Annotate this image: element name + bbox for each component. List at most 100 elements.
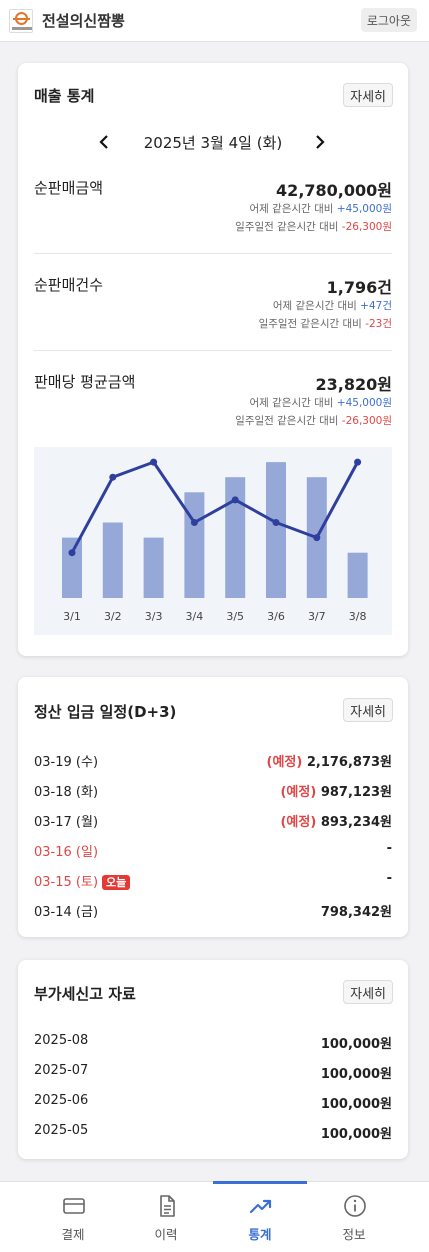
chart-x-tick-label: 3/5 bbox=[226, 610, 244, 623]
settlement-row: 03-14 (금) 798,342원 bbox=[34, 901, 392, 921]
vat-row: 2025-08 100,000원 bbox=[34, 1033, 392, 1053]
chart-x-tick-label: 3/3 bbox=[145, 610, 163, 623]
settlement-date: 03-16 (일) bbox=[34, 845, 99, 860]
nav-item-payment[interactable]: 결제 bbox=[26, 1182, 120, 1252]
settlement-amount: (예정) 987,123원 bbox=[280, 785, 392, 800]
vat-row: 2025-05 100,000원 bbox=[34, 1123, 392, 1143]
settlement-amount: 798,342원 bbox=[320, 905, 392, 920]
stat-label: 순판매금액 bbox=[34, 179, 104, 197]
settlement-date: 03-18 (화) bbox=[34, 785, 99, 800]
vat-amount: 100,000원 bbox=[320, 1127, 392, 1142]
vat-card: 부가세신고 자료 자세히 2025-08 100,000원 2025-07 10… bbox=[18, 960, 408, 1159]
stat-value: 42,780,000원 bbox=[276, 181, 392, 200]
chart-bar bbox=[347, 552, 368, 598]
stat-label: 순판매건수 bbox=[34, 276, 104, 294]
stat-compare-yesterday: 어제 같은시간 대비 +47건 bbox=[272, 300, 392, 312]
brand-logo bbox=[9, 8, 33, 33]
vat-detail-button[interactable]: 자세히 bbox=[343, 980, 393, 1004]
stat-net-sales-amount: 순판매금액 42,780,000원 어제 같은시간 대비 +45,000원 일주… bbox=[34, 177, 392, 237]
settlement-amount: (예정) 2,176,873원 bbox=[266, 755, 393, 770]
chart-line-point bbox=[313, 534, 321, 542]
chart-x-tick-label: 3/7 bbox=[308, 610, 326, 623]
chart-line-point bbox=[231, 496, 239, 504]
date-navigator: 2025년 3월 4일 (화) bbox=[18, 131, 408, 153]
settlement-amount: - bbox=[386, 841, 392, 856]
vat-period: 2025-07 bbox=[34, 1063, 89, 1078]
sales-stats-title: 매출 통계 bbox=[34, 87, 95, 105]
settlement-date: 03-14 (금) bbox=[34, 905, 99, 920]
chart-bar bbox=[62, 537, 82, 598]
stat-label: 판매당 평균금액 bbox=[34, 373, 136, 391]
settlement-date: 03-15 (토) 오늘 bbox=[34, 871, 131, 890]
stat-compare-yesterday: 어제 같은시간 대비 +45,000원 bbox=[249, 203, 392, 215]
chart-x-tick-label: 3/8 bbox=[349, 610, 367, 623]
sales-chart-svg: 3/1 3/2 3/3 3/4 3/5 3/6 3/7 3/8 bbox=[62, 458, 368, 623]
nav-label: 이력 bbox=[154, 1227, 178, 1242]
sales-detail-button[interactable]: 자세히 bbox=[343, 83, 393, 107]
chart-line-point bbox=[68, 549, 76, 557]
vat-period: 2025-05 bbox=[34, 1123, 89, 1138]
vat-period: 2025-08 bbox=[34, 1033, 89, 1048]
settlement-row: 03-16 (일) - bbox=[34, 841, 392, 861]
settlement-date: 03-19 (수) bbox=[34, 755, 99, 770]
chart-bar bbox=[102, 522, 123, 598]
vat-amount: 100,000원 bbox=[320, 1097, 392, 1112]
stat-value: 23,820원 bbox=[315, 375, 392, 394]
nav-label: 정보 bbox=[342, 1227, 366, 1242]
stat-compare-last-week: 일주일전 같은시간 대비 -26,300원 bbox=[235, 415, 392, 427]
current-date: 2025년 3월 4일 (화) bbox=[143, 133, 283, 152]
chart-x-tick-label: 3/1 bbox=[63, 610, 81, 623]
settlement-row: 03-18 (화) (예정) 987,123원 bbox=[34, 781, 392, 801]
nav-item-history[interactable]: 이력 bbox=[119, 1182, 213, 1252]
app-title: 전설의신짬뽕 bbox=[42, 12, 125, 30]
vat-title: 부가세신고 자료 bbox=[34, 985, 136, 1003]
settlement-row: 03-15 (토) 오늘 - bbox=[34, 871, 392, 891]
settlement-date: 03-17 (월) bbox=[34, 815, 99, 830]
chart-bar bbox=[266, 462, 286, 598]
nav-item-stats[interactable]: 통계 bbox=[213, 1182, 307, 1252]
document-icon bbox=[160, 1195, 175, 1217]
chart-line-point bbox=[190, 519, 198, 526]
chart-x-tick-label: 3/6 bbox=[267, 610, 285, 623]
chevron-right-icon[interactable] bbox=[312, 133, 328, 151]
chart-bar bbox=[184, 492, 205, 598]
stat-net-sales-count: 순판매건수 1,796건 어제 같은시간 대비 +47건 일주일전 같은시간 대… bbox=[34, 274, 392, 334]
settlement-detail-button[interactable]: 자세히 bbox=[343, 698, 393, 722]
divider bbox=[34, 253, 392, 254]
bottom-nav: 결제 이력 통계 정보 bbox=[0, 1181, 429, 1252]
nav-label: 결제 bbox=[61, 1227, 85, 1242]
stat-compare-last-week: 일주일전 같은시간 대비 -26,300원 bbox=[235, 221, 392, 233]
settlement-amount: (예정) 893,234원 bbox=[280, 815, 392, 830]
stat-average-amount: 판매당 평균금액 23,820원 어제 같은시간 대비 +45,000원 일주일… bbox=[34, 371, 392, 431]
chart-bar bbox=[143, 537, 164, 598]
sales-chart: 3/1 3/2 3/3 3/4 3/5 3/6 3/7 3/8 bbox=[34, 447, 392, 635]
card-icon bbox=[63, 1198, 85, 1214]
stat-value: 1,796건 bbox=[326, 278, 392, 297]
chart-x-tick-label: 3/2 bbox=[104, 610, 122, 623]
vat-row: 2025-07 100,000원 bbox=[34, 1063, 392, 1083]
chart-line-point bbox=[272, 519, 280, 526]
vat-amount: 100,000원 bbox=[320, 1067, 392, 1082]
stat-compare-last-week: 일주일전 같은시간 대비 -23건 bbox=[258, 318, 392, 330]
chart-x-tick-label: 3/4 bbox=[186, 610, 204, 623]
divider bbox=[34, 350, 392, 351]
chart-line-point bbox=[354, 458, 362, 466]
settlement-title: 정산 입금 일정(D+3) bbox=[34, 703, 177, 721]
vat-row: 2025-06 100,000원 bbox=[34, 1093, 392, 1113]
settlement-row: 03-17 (월) (예정) 893,234원 bbox=[34, 811, 392, 831]
nav-label: 통계 bbox=[248, 1227, 272, 1242]
app-header: 전설의신짬뽕 로그아웃 bbox=[0, 0, 429, 42]
info-icon bbox=[344, 1195, 366, 1217]
settlement-row: 03-19 (수) (예정) 2,176,873원 bbox=[34, 751, 392, 771]
today-badge: 오늘 bbox=[102, 875, 131, 890]
logout-button[interactable]: 로그아웃 bbox=[360, 8, 417, 32]
chart-line-point bbox=[109, 473, 117, 481]
trend-icon bbox=[249, 1199, 272, 1214]
settlement-amount: - bbox=[386, 871, 392, 886]
vat-amount: 100,000원 bbox=[320, 1037, 392, 1052]
sales-stats-card: 매출 통계 자세히 2025년 3월 4일 (화) 순판매금액 42,780,0… bbox=[18, 63, 408, 656]
settlement-card: 정산 입금 일정(D+3) 자세히 03-19 (수) (예정) 2,176,8… bbox=[18, 677, 408, 937]
stat-compare-yesterday: 어제 같은시간 대비 +45,000원 bbox=[249, 397, 392, 409]
nav-item-info[interactable]: 정보 bbox=[307, 1182, 401, 1252]
chevron-left-icon[interactable] bbox=[96, 133, 112, 151]
